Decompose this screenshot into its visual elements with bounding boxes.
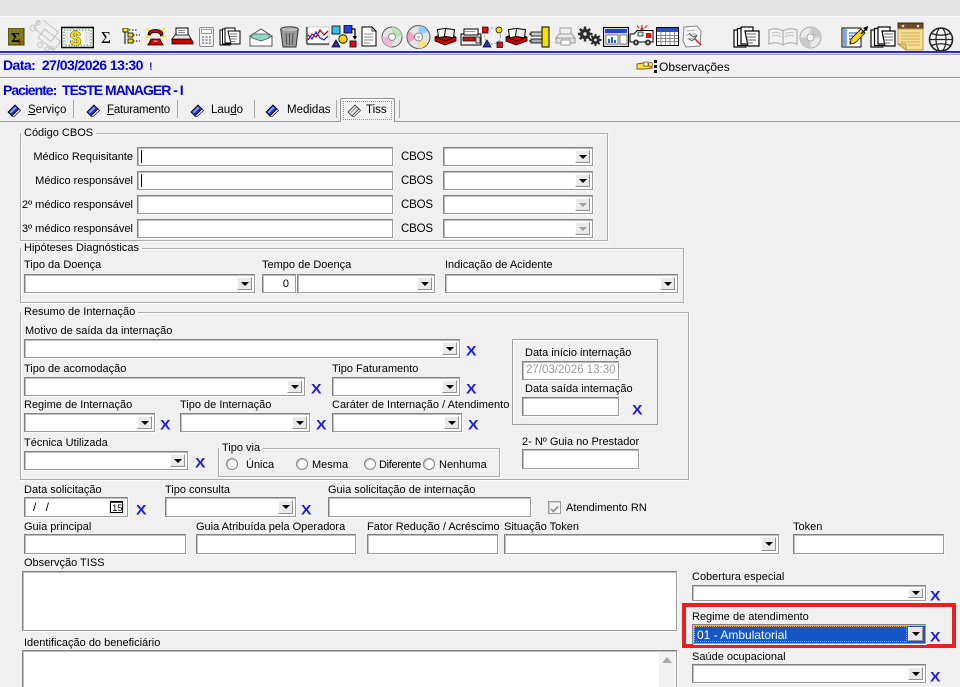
svg-text:Σ: Σ — [101, 28, 111, 45]
svg-text:15: 15 — [112, 503, 122, 513]
svg-text:+: + — [17, 37, 22, 46]
svg-text:$: $ — [70, 29, 81, 50]
